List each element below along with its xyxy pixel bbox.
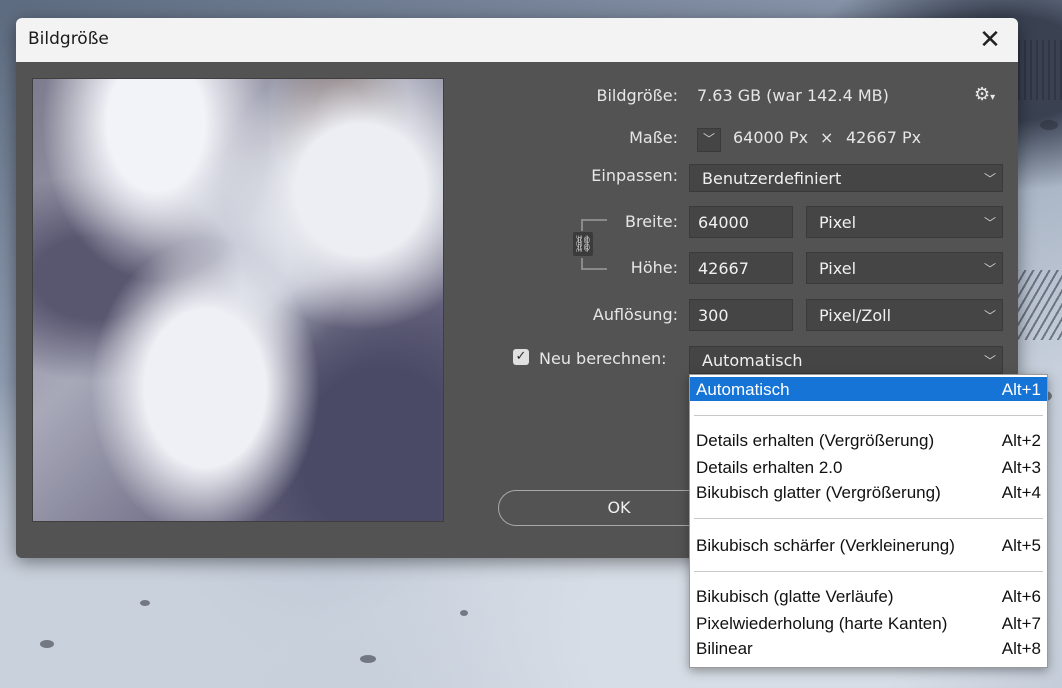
chevron-down-icon: ﹀ (983, 309, 996, 323)
menu-item-bicubic-smoother[interactable]: Bikubisch glatter (Vergrößerung) Alt+4 (690, 480, 1047, 504)
menu-item-bilinear[interactable]: Bilinear Alt+8 (690, 636, 1047, 660)
chevron-down-icon: ﹀ (983, 216, 996, 230)
resolution-input[interactable]: 300 (689, 299, 793, 331)
dimensions-unit-dropdown[interactable]: ﹀ (697, 128, 721, 152)
gear-icon[interactable]: ⚙▾ (974, 84, 995, 105)
height-input[interactable]: 42667 (689, 252, 793, 284)
resample-select[interactable]: Automatisch ﹀ (689, 346, 1003, 374)
dialog-title: Bildgröße (28, 29, 109, 49)
fit-select-value: Benutzerdefiniert (702, 169, 842, 188)
chevron-down-icon: ﹀ (983, 354, 996, 368)
resample-menu: Automatisch Alt+1 Details erhalten (Verg… (689, 374, 1048, 668)
resample-select-value: Automatisch (702, 351, 803, 370)
width-label: Breite: (625, 212, 678, 231)
chevron-down-icon: ﹀ (702, 132, 715, 146)
height-label: Höhe: (630, 258, 678, 277)
width-input[interactable]: 64000 (689, 206, 793, 238)
menu-item-nearest-neighbor[interactable]: Pixelwiederholung (harte Kanten) Alt+7 (690, 611, 1047, 635)
fit-select[interactable]: Benutzerdefiniert ﹀ (689, 164, 1003, 192)
width-unit-select[interactable]: Pixel ﹀ (806, 206, 1003, 238)
resolution-unit-select[interactable]: Pixel/Zoll ﹀ (806, 299, 1003, 331)
title-bar: Bildgröße ✕ (16, 18, 1018, 62)
close-icon[interactable]: ✕ (976, 26, 1004, 54)
dimensions-width: 64000 Px (733, 128, 809, 147)
background-rock (40, 640, 54, 648)
background-fence (1012, 40, 1062, 100)
chevron-down-icon: ﹀ (983, 172, 996, 186)
dimensions-times: × (820, 128, 834, 147)
background-rock (360, 655, 376, 663)
height-unit-value: Pixel (819, 259, 857, 278)
dimensions-height: 42667 Px (846, 128, 922, 147)
fit-label: Einpassen: (591, 166, 678, 185)
image-preview[interactable] (32, 78, 444, 522)
menu-item-automatic[interactable]: Automatisch Alt+1 (690, 377, 1047, 401)
background-rock (1040, 120, 1058, 130)
resample-checkbox[interactable]: ✓ (513, 349, 529, 365)
dimensions-label: Maße: (629, 128, 678, 147)
menu-item-preserve-details[interactable]: Details erhalten (Vergrößerung) Alt+2 (690, 428, 1047, 452)
menu-separator (694, 571, 1043, 572)
background-rock (140, 600, 150, 606)
resample-label: Neu berechnen: (539, 349, 667, 368)
menu-item-bicubic-sharper[interactable]: Bikubisch schärfer (Verkleinerung) Alt+5 (690, 533, 1047, 557)
menu-item-preserve-details-2[interactable]: Details erhalten 2.0 Alt+3 (690, 455, 1047, 479)
resolution-label: Auflösung: (592, 305, 678, 324)
width-unit-value: Pixel (819, 213, 857, 232)
chevron-down-icon: ﹀ (983, 262, 996, 276)
background-rock (460, 610, 468, 616)
height-unit-select[interactable]: Pixel ﹀ (806, 252, 1003, 284)
menu-separator (694, 518, 1043, 519)
menu-separator (694, 415, 1043, 416)
image-size-label: Bildgröße: (596, 86, 678, 105)
image-size-value: 7.63 GB (war 142.4 MB) (697, 86, 889, 105)
link-icon[interactable]: ⛓ (573, 232, 593, 256)
menu-item-bicubic[interactable]: Bikubisch (glatte Verläufe) Alt+6 (690, 584, 1047, 608)
resolution-unit-value: Pixel/Zoll (819, 306, 892, 325)
